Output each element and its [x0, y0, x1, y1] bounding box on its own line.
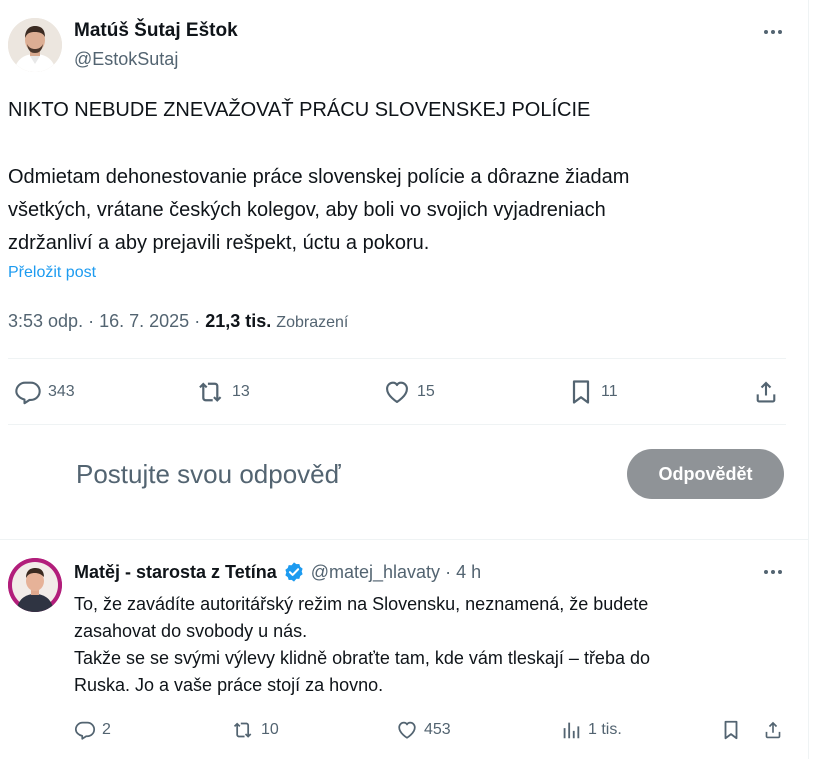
- post-body-line: Odmietam dehonestovanie práce slovenskej…: [8, 166, 630, 188]
- share-icon: [765, 721, 781, 739]
- heart-icon: [398, 721, 416, 739]
- post-metadata: 3:53 odp. · 16. 7. 2025 · 21,3 tis. Zobr…: [8, 309, 348, 335]
- like-action[interactable]: 15: [383, 376, 435, 408]
- reply-like-action[interactable]: 453: [396, 716, 451, 744]
- verified-badge-icon[interactable]: [283, 561, 305, 583]
- bookmark-action[interactable]: 11: [567, 376, 618, 408]
- post-body-line: zdržanliví a aby prejavili rešpekt, úctu…: [8, 232, 430, 254]
- reply-input[interactable]: Postujte svou odpověď: [76, 458, 341, 490]
- reply-action[interactable]: 343: [14, 376, 75, 408]
- heart-icon: [386, 381, 408, 403]
- bookmark-count: 11: [601, 383, 618, 400]
- reply-views-count: 1 tis.: [588, 721, 622, 738]
- bookmark-icon: [572, 380, 590, 404]
- reply-views-action[interactable]: 1 tis.: [560, 716, 622, 744]
- reply-text: To, že zavádíte autoritářský režim na Sl…: [74, 591, 786, 699]
- reply-bookmark-action[interactable]: [720, 716, 748, 744]
- post-date[interactable]: 16. 7. 2025: [99, 311, 189, 331]
- reply-reply-count: 2: [102, 721, 111, 738]
- reply-text-line: zasahovat do svobody u nás.: [74, 621, 308, 641]
- reply-submit-button[interactable]: Odpovědět: [627, 449, 784, 499]
- reply-like-count: 453: [424, 721, 451, 738]
- post-title: NIKTO NEBUDE ZNEVAŽOVAŤ PRÁCU SLOVENSKEJ…: [8, 99, 591, 121]
- reply-repost-count: 10: [261, 721, 279, 738]
- reply-text-line: Ruska. Jo a vaše práce stojí za hovno.: [74, 675, 384, 695]
- repost-icon: [233, 722, 252, 738]
- reply-text-line: Takže se se svými výlevy klidně obraťte …: [74, 648, 650, 668]
- more-options-icon[interactable]: [762, 564, 784, 580]
- reply-header: Matěj - starosta z Tetína @matej_hlavaty…: [74, 560, 481, 584]
- views-count: 21,3 tis.: [205, 311, 272, 331]
- author-name[interactable]: Matúš Šutaj Eštok: [74, 20, 238, 42]
- meta-separator: ·: [194, 311, 201, 331]
- reply-share-action[interactable]: [762, 716, 790, 744]
- share-action[interactable]: [752, 376, 786, 408]
- reply-author-name[interactable]: Matěj - starosta z Tetína: [74, 560, 277, 584]
- post-body-line: všetkých, vrátane českých kolegov, aby b…: [8, 199, 606, 221]
- author-avatar-image: [8, 18, 62, 72]
- author-handle[interactable]: @EstokSutaj: [74, 48, 178, 70]
- post-time[interactable]: 3:53 odp.: [8, 311, 83, 331]
- repost-count: 13: [232, 383, 250, 400]
- bookmark-icon: [724, 720, 738, 740]
- reply-repost-action[interactable]: 10: [233, 716, 279, 744]
- like-count: 15: [417, 383, 435, 400]
- share-icon: [756, 381, 776, 403]
- reply-avatar-image: [8, 558, 62, 612]
- reply-icon: [74, 721, 96, 740]
- column-border: [808, 0, 809, 759]
- reply-author-handle[interactable]: @matej_hlavaty: [311, 560, 440, 584]
- reply-count: 343: [48, 383, 75, 400]
- reply-author-avatar[interactable]: [8, 558, 62, 612]
- author-avatar[interactable]: [8, 18, 62, 72]
- reply-time[interactable]: 4 h: [456, 560, 481, 584]
- repost-icon: [199, 382, 222, 402]
- reply-icon: [15, 381, 41, 405]
- translate-post-link[interactable]: Přeložit post: [8, 262, 96, 284]
- divider: [8, 358, 786, 359]
- divider: [8, 424, 786, 425]
- divider: [0, 539, 808, 540]
- post-body: Odmietam dehonestovanie práce slovenskej…: [8, 161, 788, 260]
- meta-separator: ·: [88, 311, 95, 331]
- reply-text-line: To, že zavádíte autoritářský režim na Sl…: [74, 594, 649, 614]
- views-icon: [563, 722, 580, 739]
- header-separator: ·: [445, 562, 452, 582]
- more-options-icon[interactable]: [762, 24, 784, 40]
- reply-reply-action[interactable]: 2: [74, 716, 111, 744]
- views-label: Zobrazení: [276, 314, 349, 331]
- repost-action[interactable]: 13: [198, 376, 250, 408]
